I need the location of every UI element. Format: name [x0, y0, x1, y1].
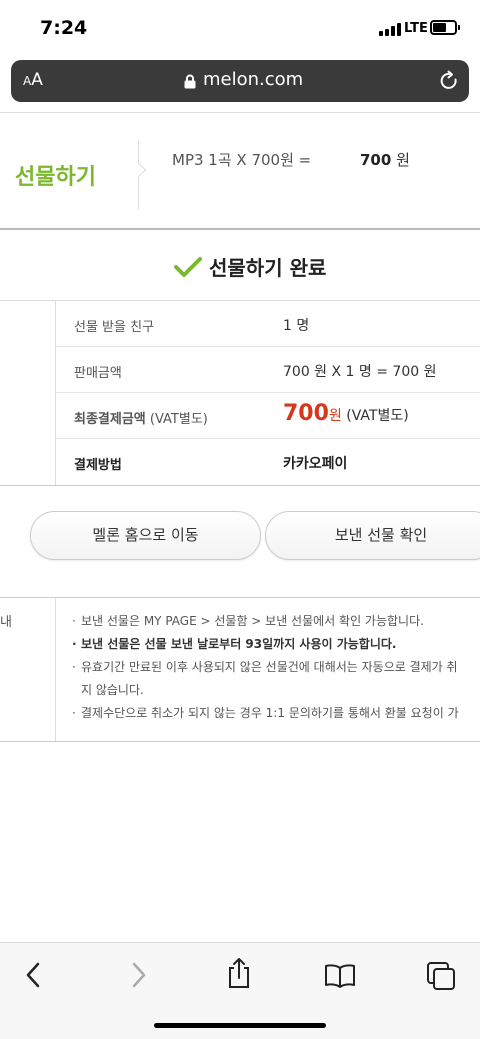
reload-icon[interactable] [439, 70, 459, 96]
notice-item: · 보낸 선물은 선물 보낸 날로부터 93일까지 사용이 가능합니다. [72, 637, 397, 651]
share-icon[interactable] [226, 957, 252, 993]
lock-icon [184, 74, 196, 93]
complete-title: 선물하기 완료 [209, 256, 327, 280]
home-indicator [154, 1023, 326, 1028]
notice-list: · 보낸 선물은 MY PAGE > 선물함 > 보낸 선물에서 확인 가능합니다… [72, 610, 480, 725]
notice-item-continued: 지 않습니다. [81, 683, 144, 697]
address-bar[interactable]: AA melon.com [11, 60, 469, 102]
final-price-vat: (VAT별도) [346, 408, 409, 424]
url-text[interactable]: melon.com [203, 69, 303, 90]
gift-info-table: 선물 받을 친구 1 명 판매금액 700 원 X 1 명 = 700 원 최종… [0, 300, 480, 486]
check-icon [174, 256, 202, 282]
complete-heading: 선물하기 완료 [0, 250, 480, 284]
network-type: LTE [404, 21, 428, 36]
info-value: 카카오페이 [283, 456, 348, 472]
info-row-payment: 결제방법 카카오페이 [56, 439, 480, 485]
notice-item: · 보낸 선물은 MY PAGE > 선물함 > 보낸 선물에서 확인 가능합니다… [72, 614, 424, 628]
back-icon[interactable] [24, 961, 44, 993]
info-row-recipient: 선물 받을 친구 1 명 [56, 301, 480, 347]
final-price-value: 700 [283, 401, 329, 426]
step-arrow [131, 162, 147, 178]
notice-item: · 유효기간 만료된 이후 사용되지 않은 선물건에 대해서는 자동으로 결제가 … [72, 660, 458, 674]
status-bar: 7:24 LTE [0, 0, 480, 58]
final-price-unit: 원 [328, 408, 342, 424]
bookmarks-icon[interactable] [324, 963, 356, 993]
reader-aa-button[interactable]: AA [23, 70, 43, 90]
battery-tip [458, 25, 460, 30]
battery-icon [430, 20, 457, 35]
notice-section: 내 · 보낸 선물은 MY PAGE > 선물함 > 보낸 선물에서 확인 가능합… [0, 597, 480, 742]
info-label: 결제방법 [74, 458, 122, 473]
info-row-price: 판매금액 700 원 X 1 명 = 700 원 [56, 347, 480, 393]
info-label: 최종결제금액 (VAT별도) [74, 408, 208, 427]
notice-item: · 결제수단으로 취소가 되지 않는 경우 1:1 문의하기를 통해서 환불 요청… [72, 706, 459, 720]
melon-home-button[interactable]: 멜론 홈으로 이동 [30, 511, 261, 560]
gift-total-value: 700 [360, 151, 392, 169]
gift-total: 700 원 [360, 149, 410, 170]
info-row-final-amount: 최종결제금액 (VAT별도) 700원 (VAT별도) [56, 393, 480, 439]
status-time: 7:24 [40, 17, 88, 39]
gift-calculation: MP3 1곡 X 700원 = [172, 151, 312, 169]
info-label: 판매금액 [74, 366, 122, 381]
notice-left-column: 내 [0, 598, 56, 741]
notice-label: 내 [0, 615, 12, 630]
gift-total-unit: 원 [396, 151, 410, 169]
tabs-icon[interactable] [426, 961, 456, 995]
final-price: 700원 (VAT별도) [283, 401, 409, 426]
sent-gift-confirm-button[interactable]: 보낸 선물 확인 [265, 511, 480, 560]
gift-title: 선물하기 [15, 165, 96, 190]
info-left-column [0, 301, 56, 485]
info-value: 700 원 X 1 명 = 700 원 [283, 364, 437, 380]
info-label-main: 최종결제금액 [74, 412, 146, 427]
forward-icon[interactable] [128, 961, 148, 993]
gift-summary: 선물하기 MP3 1곡 X 700원 = 700 원 [0, 112, 480, 230]
cell-signal-icon [379, 23, 401, 36]
info-label-suffix: (VAT별도) [149, 412, 208, 427]
info-value: 1 명 [283, 318, 310, 334]
info-label: 선물 받을 친구 [74, 320, 155, 335]
